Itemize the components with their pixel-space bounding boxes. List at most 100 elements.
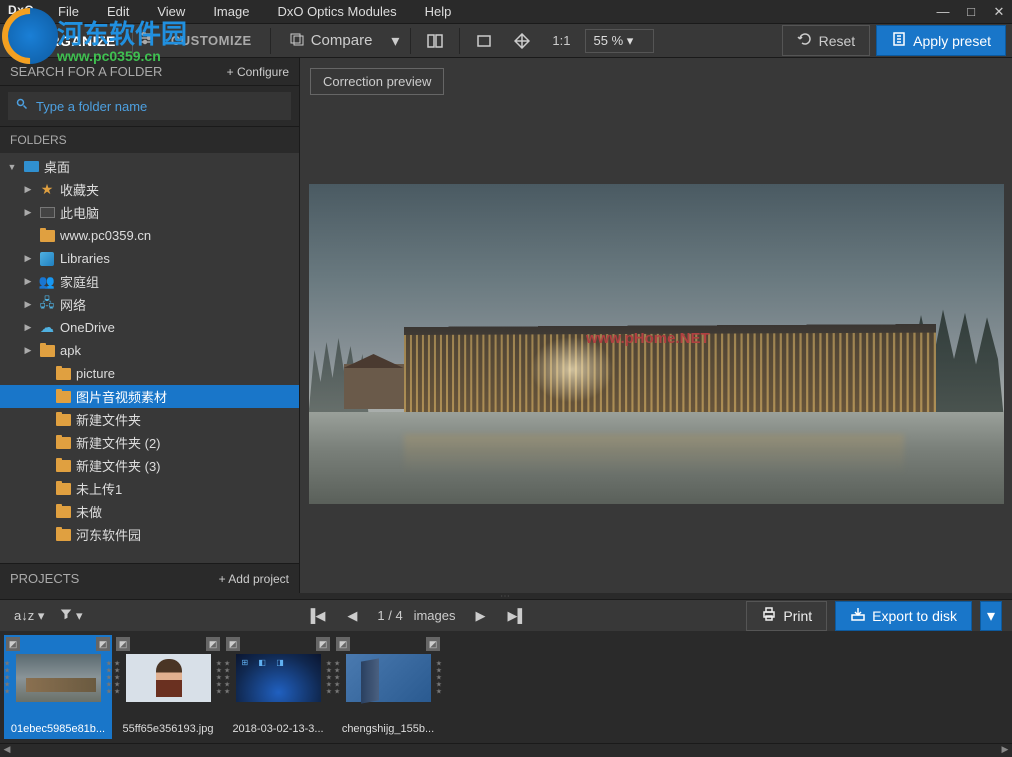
menubar: DxO File Edit View Image DxO Optics Modu… (0, 0, 1012, 23)
thumb-image (346, 654, 431, 702)
export-icon (850, 606, 866, 625)
tree-item[interactable]: 河东软件园 (0, 523, 299, 546)
filter-button[interactable]: ▾ (56, 606, 86, 626)
nav-first-button[interactable]: ▐◀ (304, 606, 327, 626)
configure-link[interactable]: + Configure (227, 65, 289, 79)
tree-item[interactable]: 未上传1 (0, 477, 299, 500)
tree-item[interactable]: ▶👥家庭组 (0, 270, 299, 293)
thumbnail[interactable]: ◩ ◩ ★★★★★ ★★★★★ 55ff65e356193.jpg (114, 635, 222, 739)
thumb-rating-right: ★★★★★ (106, 661, 112, 696)
tree-item[interactable]: 图片音视频素材 (0, 385, 299, 408)
tree-item-label: picture (76, 366, 115, 381)
tree-arrow-icon[interactable]: ▶ (22, 184, 34, 195)
minimize-button[interactable]: ― (936, 5, 950, 19)
menu-dxo-optics[interactable]: DxO Optics Modules (263, 1, 410, 22)
tree-item[interactable]: ▶此电脑 (0, 201, 299, 224)
folder-search-box[interactable] (8, 92, 291, 120)
tree-item-label: 图片音视频素材 (76, 387, 167, 406)
tree-item[interactable]: ▶Libraries (0, 247, 299, 270)
tree-arrow-icon[interactable]: ▶ (22, 276, 34, 287)
thumb-image (16, 654, 101, 702)
print-button[interactable]: Print (746, 601, 827, 631)
folder-tree[interactable]: ▼桌面▶★收藏夹▶此电脑www.pc0359.cn▶Libraries▶👥家庭组… (0, 153, 299, 563)
filmstrip[interactable]: ◩◩★★★★★★★★★★01ebec5985e81b...◩◩★★★★★★★★★… (0, 631, 1012, 743)
nav-next-button[interactable]: ▶ (474, 606, 488, 626)
tree-item[interactable]: ▶ apk (0, 339, 299, 362)
thumb-rating-right: ★★★★★ (216, 661, 222, 696)
tree-item[interactable]: ▼桌面 (0, 155, 299, 178)
add-project-link[interactable]: + Add project (219, 572, 289, 586)
tree-item[interactable]: ▶🖧网络 (0, 293, 299, 316)
tree-arrow-icon[interactable]: ▼ (6, 162, 18, 172)
tree-item-label: 河东软件园 (76, 525, 141, 544)
compare-button[interactable]: Compare (279, 27, 383, 55)
tree-folder-icon (54, 458, 72, 474)
organize-tab[interactable]: ORGANIZE (28, 29, 126, 53)
tree-item[interactable]: picture (0, 362, 299, 385)
menu-edit[interactable]: Edit (93, 1, 143, 22)
menu-file[interactable]: File (44, 1, 93, 22)
tree-arrow-icon[interactable]: ▶ (22, 299, 34, 310)
tree-item-label: apk (60, 343, 81, 358)
tree-folder-icon (54, 504, 72, 520)
tree-item[interactable]: ▶☁OneDrive (0, 316, 299, 339)
tree-item-label: 未做 (76, 502, 102, 521)
export-dropdown[interactable]: ▾ (980, 601, 1002, 631)
filmstrip-scrollbar[interactable]: ◀ ▶ (0, 743, 1012, 755)
thumbnail[interactable]: ◩◩★★★★★★★★★★chengshijg_155b... (334, 635, 442, 739)
thumb-badge-icon: ◩ (206, 637, 220, 651)
preview-canvas[interactable]: www.pHome.NET (300, 105, 1012, 593)
tree-item[interactable]: 未做 (0, 500, 299, 523)
scroll-right-button[interactable]: ▶ (998, 745, 1012, 755)
thumb-filename: 55ff65e356193.jpg (114, 721, 222, 739)
reset-button[interactable]: Reset (782, 25, 871, 56)
image-counter: 1 / 4 images (377, 608, 455, 623)
fit-button[interactable] (468, 29, 500, 53)
thumb-filename: 01ebec5985e81b... (4, 721, 112, 739)
tree-item-label: 未上传1 (76, 479, 122, 498)
tree-folder-icon: 🖧 (38, 297, 56, 313)
preview-image: www.pHome.NET (309, 184, 1004, 504)
thumb-badge-icon: ◩ (116, 637, 130, 651)
close-button[interactable]: ✕ (992, 5, 1006, 19)
thumbnail[interactable]: ◩◩★★★★★★★★★★01ebec5985e81b... (4, 635, 112, 739)
tree-arrow-icon[interactable]: ▶ (22, 253, 34, 264)
scroll-left-button[interactable]: ◀ (0, 745, 14, 755)
compare-dropdown[interactable]: ▾ (388, 31, 402, 51)
tree-arrow-icon[interactable]: ▶ (22, 322, 34, 333)
apply-preset-button[interactable]: Apply preset (876, 25, 1006, 56)
thumb-image (126, 654, 211, 702)
tree-arrow-icon[interactable]: ▶ (22, 345, 34, 356)
window-controls: ― □ ✕ (936, 0, 1006, 23)
tree-item[interactable]: 新建文件夹 (2) (0, 431, 299, 454)
sort-button[interactable]: a↓z ▾ (10, 606, 48, 626)
tree-item[interactable]: ▶★收藏夹 (0, 178, 299, 201)
nav-prev-button[interactable]: ◀ (345, 606, 359, 626)
export-button[interactable]: Export to disk (835, 601, 972, 631)
correction-preview-button[interactable]: Correction preview (310, 68, 444, 95)
tree-folder-icon (54, 435, 72, 451)
zoom-ratio-button[interactable]: 1:1 (544, 29, 578, 52)
tree-arrow-icon[interactable]: ▶ (22, 207, 34, 218)
filmstrip-toolbar: a↓z ▾ ▾ ▐◀ ◀ 1 / 4 images ▶ ▶▌ Print Exp… (0, 599, 1012, 631)
split-view-button[interactable] (419, 29, 451, 53)
projects-section: PROJECTS + Add project (0, 563, 299, 593)
tree-item[interactable]: 新建文件夹 (0, 408, 299, 431)
menu-help[interactable]: Help (411, 1, 466, 22)
menu-view[interactable]: View (143, 1, 199, 22)
tree-item[interactable]: 新建文件夹 (3) (0, 454, 299, 477)
tree-folder-icon (38, 205, 56, 221)
search-input[interactable] (36, 99, 283, 114)
nav-last-button[interactable]: ▶▌ (506, 606, 529, 626)
menu-image[interactable]: Image (199, 1, 263, 22)
thumb-rating-left: ★★★★★ (4, 661, 10, 696)
maximize-button[interactable]: □ (964, 5, 978, 19)
pan-button[interactable] (506, 29, 538, 53)
thumb-badge-icon: ◩ (316, 637, 330, 651)
customize-tab[interactable]: CUSTOMIZE (161, 29, 262, 52)
thumb-rating-left: ★★★★★ (114, 661, 120, 696)
thumbnail[interactable]: ◩◩★★★★★★★★★★2018-03-02-13-3... (224, 635, 332, 739)
compare-label: Compare (311, 32, 373, 49)
tree-item[interactable]: www.pc0359.cn (0, 224, 299, 247)
zoom-select[interactable]: 55 % ▾ (585, 29, 655, 53)
